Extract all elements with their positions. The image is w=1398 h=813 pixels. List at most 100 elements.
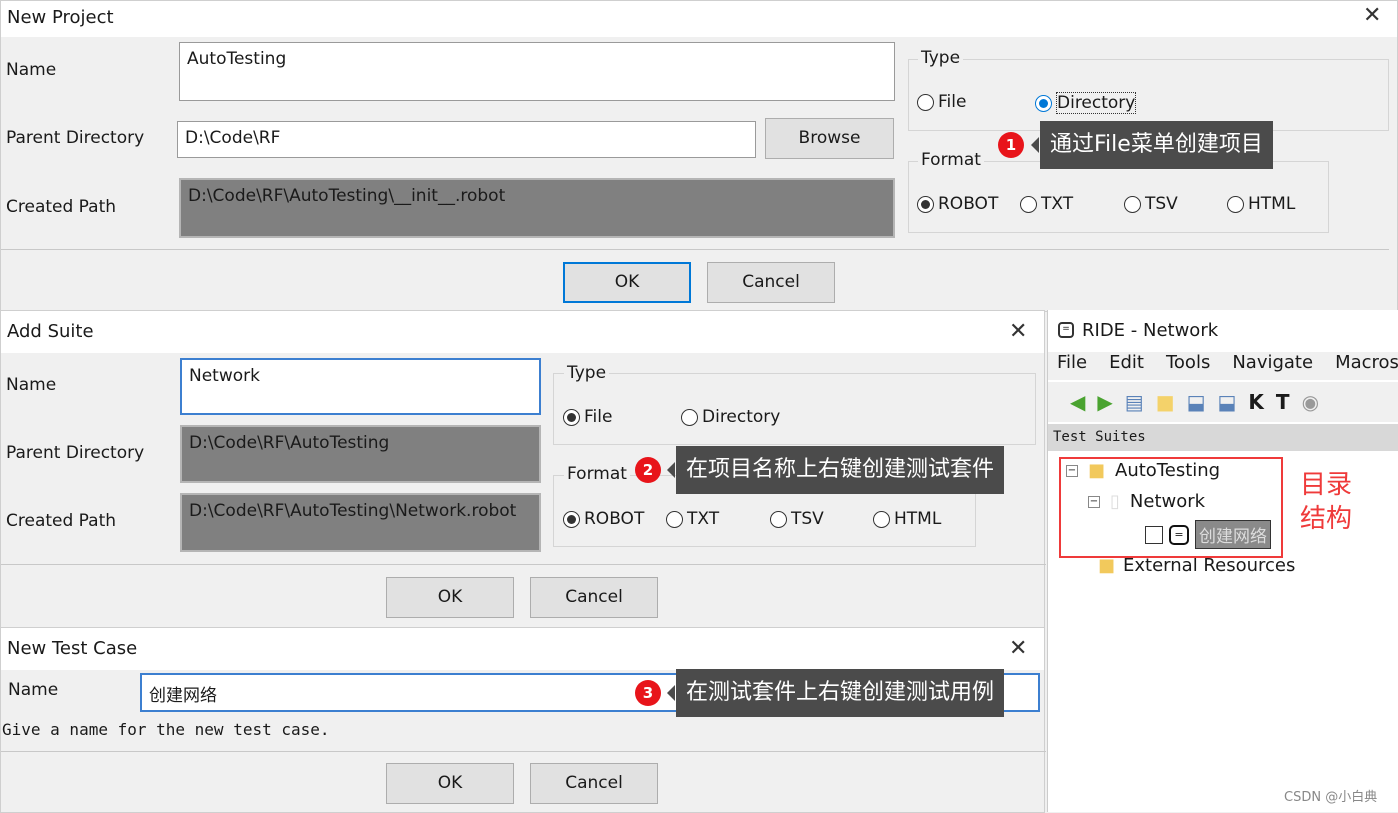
tree-item-external-resources[interactable]: ■ External Resources — [1098, 555, 1295, 576]
radio-icon — [873, 510, 890, 528]
close-icon[interactable]: ✕ — [1009, 319, 1027, 344]
title-bar: New Project — [1, 1, 1397, 37]
menu-bar: File Edit Tools Navigate Macros — [1048, 352, 1398, 380]
radio-icon — [1227, 195, 1244, 213]
test-suites-header: Test Suites — [1048, 424, 1398, 451]
save-all-icon[interactable]: ⬓ — [1218, 390, 1237, 414]
close-icon[interactable]: ✕ — [1363, 3, 1381, 28]
back-icon[interactable]: ◀ — [1070, 390, 1085, 414]
open-icon[interactable]: ▤ — [1125, 390, 1144, 414]
format-html-radio[interactable]: HTML — [873, 509, 941, 529]
menu-file[interactable]: File — [1057, 352, 1087, 380]
type-file-radio[interactable]: File — [917, 92, 966, 112]
format-robot-radio[interactable]: ROBOT — [917, 194, 998, 214]
toolbar: ◀ ▶ ▤ ■ ⬓ ⬓ K T ◉ — [1048, 382, 1398, 422]
radio-label: Directory — [1056, 92, 1137, 114]
format-robot-radio[interactable]: ROBOT — [563, 509, 644, 529]
format-txt-radio[interactable]: TXT — [1020, 194, 1073, 214]
ride-window: = RIDE - Network File Edit Tools Navigat… — [1047, 310, 1398, 812]
radio-label: Directory — [702, 407, 781, 427]
type-directory-radio[interactable]: Directory — [681, 407, 780, 427]
name-label: Name — [6, 375, 57, 395]
created-path-label: Created Path — [6, 197, 117, 217]
highlight-box — [1059, 457, 1283, 558]
divider — [1, 751, 1046, 752]
dialog-title: New Test Case — [7, 638, 138, 659]
radio-icon — [917, 195, 934, 213]
radio-icon — [1020, 195, 1037, 213]
radio-icon — [770, 510, 787, 528]
title-bar: New Test Case — [1, 628, 1044, 670]
new-test-case-dialog: New Test Case ✕ Name 创建网络 Give a name fo… — [0, 627, 1046, 813]
step-badge-3: 3 — [635, 680, 661, 706]
created-path-label: Created Path — [6, 511, 117, 531]
cancel-button[interactable]: Cancel — [707, 262, 835, 303]
format-tsv-radio[interactable]: TSV — [770, 509, 824, 529]
tree-label: External Resources — [1123, 555, 1296, 576]
ride-title: RIDE - Network — [1082, 319, 1219, 341]
callout-3: 在测试套件上右键创建测试用例 — [666, 669, 1005, 717]
title-bar: Add Suite — [1, 311, 1044, 353]
ok-button[interactable]: OK — [386, 577, 514, 618]
folder-icon[interactable]: ■ — [1156, 390, 1175, 414]
test-search-icon[interactable]: T — [1276, 390, 1290, 414]
parent-directory-field: D:\Code\RF\AutoTesting — [180, 425, 541, 483]
name-input[interactable]: Network — [180, 358, 541, 415]
radio-icon — [681, 408, 698, 426]
radio-label: File — [938, 92, 967, 112]
type-group — [553, 373, 1036, 445]
radio-label: TSV — [791, 509, 824, 529]
created-path-field: D:\Code\RF\AutoTesting\__init__.robot — [179, 178, 895, 238]
format-tsv-radio[interactable]: TSV — [1124, 194, 1178, 214]
cancel-button[interactable]: Cancel — [530, 577, 658, 618]
callout-1: 通过File菜单创建项目 — [1031, 121, 1273, 169]
browse-button[interactable]: Browse — [765, 118, 894, 159]
type-label: Type — [918, 48, 964, 68]
menu-navigate[interactable]: Navigate — [1232, 352, 1313, 380]
format-html-radio[interactable]: HTML — [1227, 194, 1295, 214]
radio-label: TXT — [687, 509, 720, 529]
radio-label: TSV — [1145, 194, 1178, 214]
radio-icon — [1035, 94, 1052, 112]
created-path-field: D:\Code\RF\AutoTesting\Network.robot — [180, 493, 541, 552]
hint-text: Give a name for the new test case. — [2, 720, 330, 739]
forward-icon[interactable]: ▶ — [1097, 390, 1112, 414]
menu-macros[interactable]: Macros — [1335, 352, 1398, 380]
radio-icon — [917, 93, 934, 111]
close-icon[interactable]: ✕ — [1009, 636, 1027, 661]
radio-label: ROBOT — [938, 194, 999, 214]
radio-label: TXT — [1041, 194, 1074, 214]
ok-button[interactable]: OK — [386, 763, 514, 804]
type-label: Type — [564, 363, 610, 383]
menu-tools[interactable]: Tools — [1166, 352, 1210, 380]
dialog-title: New Project — [7, 7, 114, 28]
callout-2: 在项目名称上右键创建测试套件 — [666, 446, 1005, 494]
type-directory-radio[interactable]: Directory — [1035, 92, 1137, 114]
name-label: Name — [6, 60, 57, 80]
dialog-title: Add Suite — [7, 321, 94, 342]
format-label: Format — [564, 464, 630, 484]
name-input[interactable]: AutoTesting — [179, 42, 895, 101]
format-label: Format — [918, 150, 984, 170]
parent-directory-label: Parent Directory — [6, 443, 145, 463]
radio-icon — [563, 510, 580, 528]
parent-directory-label: Parent Directory — [6, 128, 145, 148]
type-file-radio[interactable]: File — [563, 407, 612, 427]
cancel-button[interactable]: Cancel — [530, 763, 658, 804]
radio-icon — [1124, 195, 1141, 213]
divider — [1, 249, 1389, 250]
run-icon[interactable]: ◉ — [1302, 390, 1319, 414]
menu-edit[interactable]: Edit — [1109, 352, 1144, 380]
step-badge-2: 2 — [635, 457, 661, 483]
robot-icon: = — [1058, 322, 1074, 338]
name-label: Name — [8, 680, 59, 700]
keyword-search-icon[interactable]: K — [1248, 390, 1264, 414]
ok-button[interactable]: OK — [563, 262, 691, 303]
radio-label: ROBOT — [584, 509, 645, 529]
radio-label: HTML — [894, 509, 942, 529]
step-badge-1: 1 — [998, 132, 1024, 158]
parent-directory-input[interactable]: D:\Code\RF — [177, 121, 756, 158]
save-icon[interactable]: ⬓ — [1187, 390, 1206, 414]
format-txt-radio[interactable]: TXT — [666, 509, 719, 529]
ride-title-bar: = RIDE - Network — [1048, 310, 1398, 350]
